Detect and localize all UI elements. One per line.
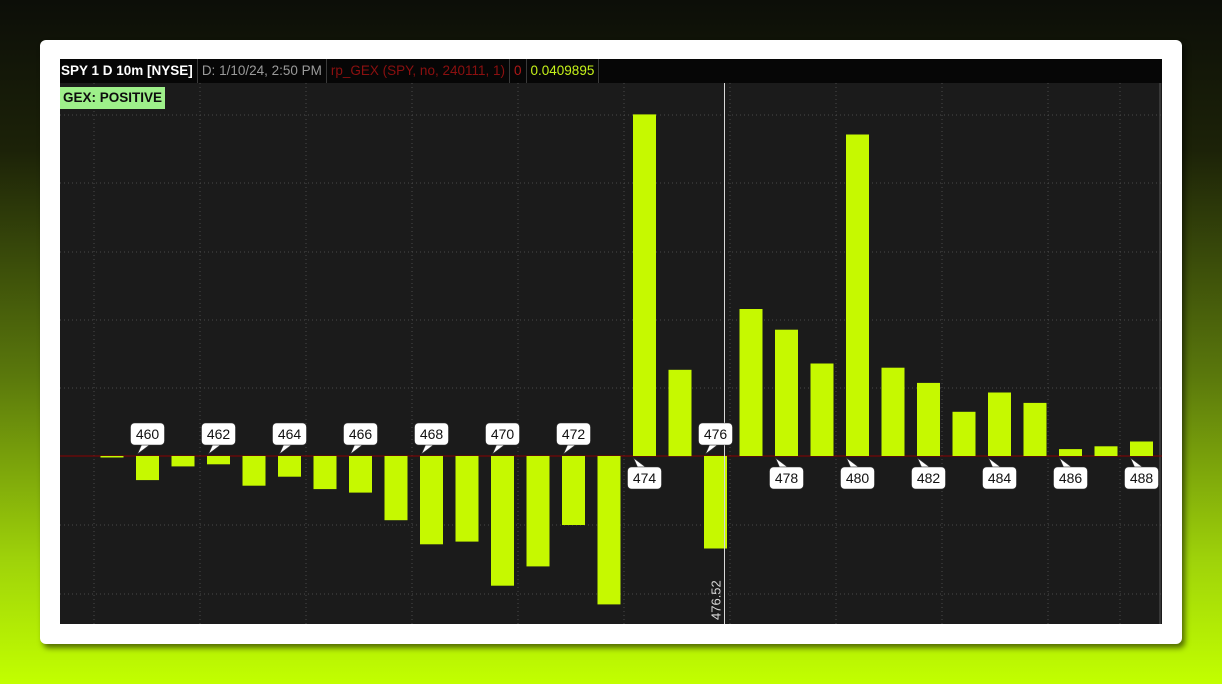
strike-label-484: 484 xyxy=(982,457,1017,490)
bar-468 xyxy=(704,456,727,549)
strike-label-480: 480 xyxy=(840,457,875,490)
strike-label-text: 468 xyxy=(420,426,444,442)
bar-460 xyxy=(136,456,159,481)
bar-472.5 xyxy=(1023,402,1047,456)
strike-label-478: 478 xyxy=(769,457,804,490)
strike-label-464: 464 xyxy=(272,422,307,455)
bar-471.5 xyxy=(952,411,976,456)
bar-464.5 xyxy=(455,456,479,542)
strike-label-text: 480 xyxy=(846,470,870,486)
bar-462 xyxy=(278,456,301,477)
symbol-label[interactable]: SPY 1 D 10m [NYSE] xyxy=(60,59,198,83)
bar-467.5 xyxy=(668,369,692,457)
bar-463.5 xyxy=(384,456,408,521)
gex-status-badge: GEX: POSITIVE xyxy=(60,87,166,109)
bar-461.5 xyxy=(242,456,266,486)
bar-466 xyxy=(562,456,585,525)
strike-label-text: 478 xyxy=(775,470,799,486)
bar-466.5 xyxy=(597,456,621,605)
bar-465 xyxy=(491,456,514,586)
bar-474 xyxy=(1130,441,1153,456)
strike-label-474: 474 xyxy=(627,457,662,490)
strike-label-488: 488 xyxy=(1124,457,1159,490)
date-label: D: 1/10/24, 2:50 PM xyxy=(198,59,327,83)
bar-469 xyxy=(775,329,798,456)
strike-label-text: 482 xyxy=(917,470,941,486)
strike-label-text: 488 xyxy=(1130,470,1154,486)
study-header: SPY 1 D 10m [NYSE] D: 1/10/24, 2:50 PM r… xyxy=(60,59,1162,83)
chart-panel[interactable]: 476.52 460 462 464 466 468 470 472 474 476 478 480… xyxy=(60,59,1162,624)
strike-label-text: 464 xyxy=(278,426,302,442)
bar-472 xyxy=(988,392,1011,456)
strike-label-472: 472 xyxy=(556,422,591,455)
bar-470.5 xyxy=(881,367,905,456)
bar-465.5 xyxy=(526,456,550,567)
bar-473.5 xyxy=(1094,446,1118,456)
bar-468.5 xyxy=(739,309,763,456)
strike-label-468: 468 xyxy=(414,422,449,455)
strike-label-460: 460 xyxy=(130,422,165,455)
strike-label-466: 466 xyxy=(343,422,378,455)
bar-459.5 xyxy=(100,456,124,458)
strike-label-text: 466 xyxy=(349,426,373,442)
bar-471 xyxy=(917,382,940,456)
zero-value-label: 0 xyxy=(510,59,527,83)
strike-label-486: 486 xyxy=(1053,457,1088,490)
bar-467 xyxy=(633,114,656,457)
strike-label-text: 470 xyxy=(491,426,515,442)
strike-label-text: 484 xyxy=(988,470,1012,486)
strike-label-text: 472 xyxy=(562,426,586,442)
cursor-price-label: 476.52 xyxy=(709,580,724,620)
bar-463 xyxy=(349,456,372,493)
bar-469.5 xyxy=(810,363,834,456)
strike-label-476: 476 xyxy=(698,422,733,455)
strike-label-470: 470 xyxy=(485,422,520,455)
strike-label-462: 462 xyxy=(201,422,236,455)
strike-label-text: 460 xyxy=(136,426,160,442)
bar-473 xyxy=(1059,449,1082,456)
study-value-label: 0.0409895 xyxy=(527,59,600,83)
strike-label-text: 486 xyxy=(1059,470,1083,486)
bar-462.5 xyxy=(313,456,337,490)
strike-label-text: 462 xyxy=(207,426,231,442)
study-label[interactable]: rp_GEX (SPY, no, 240111, 1) xyxy=(327,59,510,83)
bars xyxy=(100,114,1153,605)
strike-label-text: 476 xyxy=(704,426,728,442)
bar-464 xyxy=(420,456,443,545)
strike-label-text: 474 xyxy=(633,470,657,486)
bar-460.5 xyxy=(171,456,195,467)
gex-bar-chart[interactable]: 476.52 460 462 464 466 468 470 472 474 476 478 480… xyxy=(60,59,1162,624)
bar-470 xyxy=(846,134,869,456)
bar-461 xyxy=(207,456,230,465)
strike-label-482: 482 xyxy=(911,457,946,490)
